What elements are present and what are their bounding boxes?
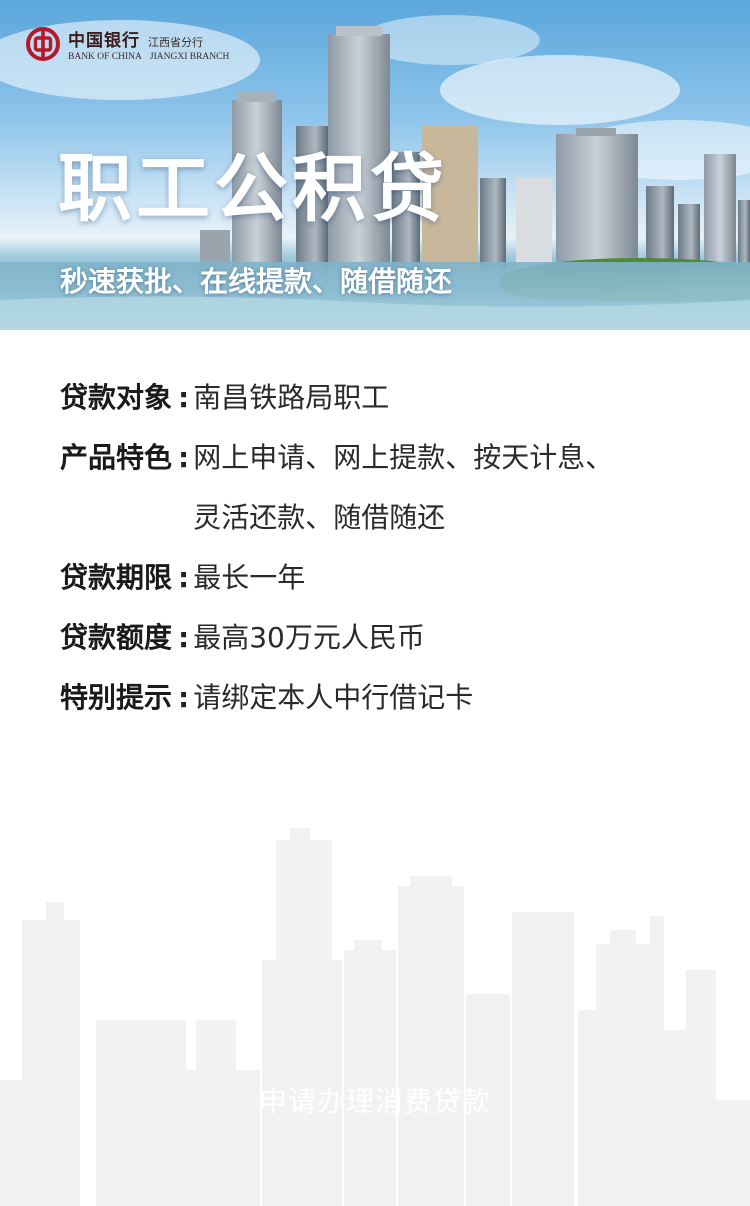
city-silhouette-illustration — [0, 828, 750, 1206]
detail-row-notice: 特别提示 : 请绑定本人中行借记卡 — [60, 668, 720, 728]
detail-colon: : — [178, 561, 190, 594]
banner-title: 职工公积贷 — [58, 146, 448, 232]
detail-label: 产品特色 — [60, 441, 173, 474]
product-details: 贷款对象 : 南昌铁路局职工 产品特色 : 网上申请、网上提款、按天计息、 灵活… — [60, 368, 720, 728]
detail-label: 特别提示 — [60, 681, 173, 714]
hero-banner: 中国银行 江西省分行 BANK OF CHINA JIANGXI BRANCH … — [0, 0, 750, 330]
detail-value: 最高30万元人民币 — [193, 621, 425, 654]
page: 中国银行 江西省分行 BANK OF CHINA JIANGXI BRANCH … — [0, 0, 750, 1206]
detail-row-features: 产品特色 : 网上申请、网上提款、按天计息、 灵活还款、随借随还 — [60, 428, 720, 548]
detail-colon: : — [178, 441, 190, 474]
detail-value: 南昌铁路局职工 — [193, 381, 390, 414]
detail-label: 贷款期限 — [60, 561, 173, 594]
branch-name-cn: 江西省分行 — [148, 36, 203, 49]
detail-row-amount: 贷款额度 : 最高30万元人民币 — [60, 608, 720, 668]
detail-value: 最长一年 — [193, 561, 306, 594]
detail-value: 网上申请、网上提款、按天计息、 — [193, 441, 614, 474]
detail-value: 请绑定本人中行借记卡 — [193, 681, 474, 714]
banner-subtitle: 秒速获批、在线提款、随借随还 — [60, 265, 453, 298]
bank-of-china-emblem-icon — [26, 27, 60, 61]
detail-row-target: 贷款对象 : 南昌铁路局职工 — [60, 368, 720, 428]
apply-consumer-loan-link[interactable]: 申请办理消费贷款 — [0, 1088, 750, 1116]
bank-name-en: BANK OF CHINA — [68, 52, 142, 62]
branch-name-en: JIANGXI BRANCH — [149, 52, 230, 62]
detail-colon: : — [178, 621, 190, 654]
detail-label: 贷款额度 — [60, 621, 173, 654]
detail-colon: : — [178, 681, 190, 714]
bank-logo: 中国银行 江西省分行 BANK OF CHINA JIANGXI BRANCH — [26, 26, 229, 62]
detail-colon: : — [178, 381, 190, 414]
detail-value: 灵活还款、随借随还 — [193, 501, 446, 534]
detail-label: 贷款对象 — [60, 381, 173, 414]
bank-name-cn: 中国银行 — [68, 31, 140, 51]
detail-row-term: 贷款期限 : 最长一年 — [60, 548, 720, 608]
